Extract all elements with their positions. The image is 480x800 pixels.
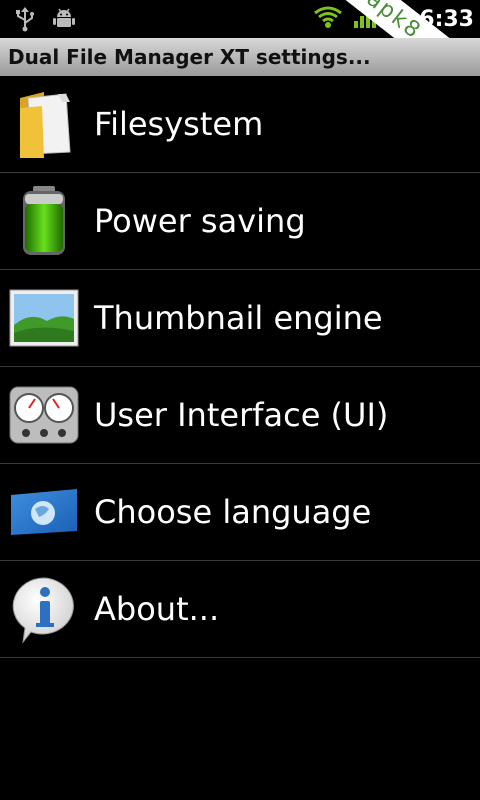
wifi-icon	[313, 5, 343, 33]
android-debug-icon	[52, 6, 76, 36]
settings-item-label: User Interface (UI)	[94, 396, 389, 434]
info-icon	[8, 573, 80, 645]
settings-item-filesystem[interactable]: Filesystem	[0, 76, 480, 173]
settings-item-choose-language[interactable]: Choose language	[0, 464, 480, 561]
battery-icon	[8, 185, 80, 257]
folder-icon	[8, 88, 80, 160]
globe-icon	[8, 476, 80, 548]
settings-item-about[interactable]: About...	[0, 561, 480, 658]
settings-item-user-interface[interactable]: User Interface (UI)	[0, 367, 480, 464]
settings-list: Filesystem Power saving Thumbnail engine…	[0, 76, 480, 658]
settings-item-label: Choose language	[94, 493, 372, 531]
status-bar: 6:33 apk8.com	[0, 0, 480, 38]
settings-item-power-saving[interactable]: Power saving	[0, 173, 480, 270]
usb-icon	[14, 6, 36, 36]
settings-item-label: Filesystem	[94, 105, 264, 143]
settings-item-label: About...	[94, 590, 220, 628]
page-title: Dual File Manager XT settings...	[0, 38, 480, 76]
landscape-image-icon	[8, 282, 80, 354]
settings-item-thumbnail-engine[interactable]: Thumbnail engine	[0, 270, 480, 367]
settings-item-label: Thumbnail engine	[94, 299, 383, 337]
gauges-icon	[8, 379, 80, 451]
settings-item-label: Power saving	[94, 202, 306, 240]
